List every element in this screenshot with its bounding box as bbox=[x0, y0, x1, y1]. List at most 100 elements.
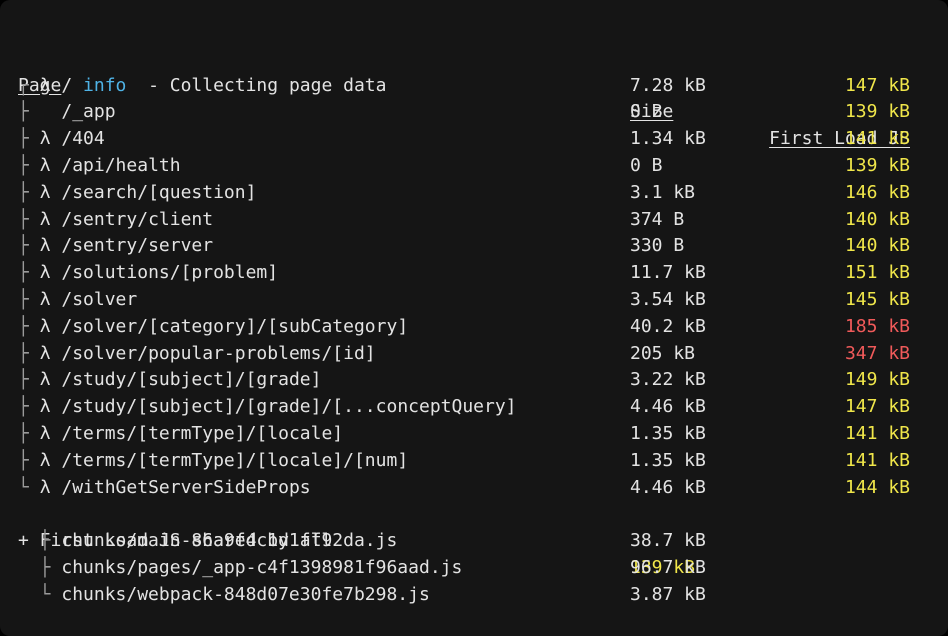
tree-connector: ├ bbox=[18, 181, 40, 203]
route-text: /solver/[category]/[subCategory] bbox=[50, 315, 409, 337]
route-text: /solver/popular-problems/[id] bbox=[50, 342, 376, 364]
chunk-size: 38.7 kB bbox=[630, 530, 706, 552]
lambda-icon: λ bbox=[39, 262, 51, 284]
page-size: 205 kB bbox=[630, 342, 696, 364]
page-size: 0 B bbox=[630, 154, 663, 176]
tree-connector: ├ bbox=[18, 288, 40, 310]
tree-connector: ├ bbox=[18, 556, 62, 578]
page-path: ├ λ /404 bbox=[18, 126, 105, 153]
page-row: ├ λ /study/[subject]/[grade] 3.22 kB 149 k… bbox=[0, 367, 948, 394]
page-size: 1.35 kB bbox=[630, 449, 706, 471]
lambda-icon: λ bbox=[39, 449, 51, 471]
page-path: ┌ λ / bbox=[18, 73, 72, 100]
page-size: 0 B bbox=[630, 101, 663, 123]
lambda-icon: λ bbox=[39, 128, 51, 150]
page-size: 1.34 kB bbox=[630, 128, 706, 150]
page-size: 3.1 kB bbox=[630, 181, 696, 203]
chunk-size: 3.87 kB bbox=[630, 583, 706, 605]
page-path: ├ /_app bbox=[18, 99, 116, 126]
route-text: /solver bbox=[50, 288, 138, 310]
tree-connector: ├ bbox=[18, 449, 40, 471]
terminal-output: info - Collecting page data Page Size Fi… bbox=[0, 0, 948, 636]
page-row: ├ λ /sentry/client 374 B 140 kB bbox=[0, 207, 948, 234]
lambda-icon: λ bbox=[39, 74, 51, 96]
page-size: 330 B bbox=[630, 235, 685, 257]
page-size: 4.46 kB bbox=[630, 476, 706, 498]
page-row: ├ λ /terms/[termType]/[locale]/[num] 1.35… bbox=[0, 448, 948, 475]
table-header: Page Size First Load JS bbox=[0, 46, 948, 150]
page-row: ├ λ /terms/[termType]/[locale] 1.35 kB 141… bbox=[0, 421, 948, 448]
lambda-icon: λ bbox=[39, 288, 51, 310]
page-path: ├ λ /study/[subject]/[grade] bbox=[18, 367, 321, 394]
tree-connector: ├ bbox=[18, 262, 40, 284]
page-row: ├ λ /sentry/server 330 B 140 kB bbox=[0, 233, 948, 260]
page-path: ├ λ /solutions/[problem] bbox=[18, 260, 278, 287]
tree-connector: ┌ bbox=[18, 74, 40, 96]
route-text: /api/health bbox=[50, 154, 181, 176]
page-path: ├ λ /sentry/server bbox=[18, 233, 213, 260]
lambda-icon: λ bbox=[39, 396, 51, 418]
tree-connector: ├ bbox=[18, 422, 40, 444]
page-row: ├ λ /search/[question] 3.1 kB 146 kB bbox=[0, 180, 948, 207]
route-text: /terms/[termType]/[locale] bbox=[50, 422, 344, 444]
route-text: /sentry/client bbox=[50, 208, 214, 230]
chunks-list: ├ chunks/main-86a9f4c1d1ff92da.js 38.7 kB… bbox=[0, 528, 948, 608]
page-size: 3.54 kB bbox=[630, 288, 706, 310]
route-text: /withGetServerSideProps bbox=[50, 476, 311, 498]
chunk-file: chunks/webpack-848d07e30fe7b298.js bbox=[61, 583, 430, 605]
route-text: /study/[subject]/[grade]/[...conceptQuer… bbox=[50, 396, 517, 418]
page-first-load: 151 kB bbox=[844, 262, 910, 284]
chunk-file: chunks/main-86a9f4c1d1ff92da.js bbox=[61, 530, 398, 552]
page-row: ┌ λ / 7.28 kB 147 kB bbox=[0, 73, 948, 100]
page-path: ├ λ /solver/[category]/[subCategory] bbox=[18, 314, 408, 341]
page-first-load: 146 kB bbox=[844, 181, 910, 203]
chunk-row: ├ chunks/pages/_app-c4f1398981f96aad.js 9… bbox=[0, 555, 948, 582]
route-text: /terms/[termType]/[locale]/[num] bbox=[50, 449, 409, 471]
page-row: ├ λ /solver/[category]/[subCategory] 40.2… bbox=[0, 314, 948, 341]
tree-connector: └ bbox=[18, 476, 40, 498]
page-path: ├ λ /api/health bbox=[18, 153, 181, 180]
page-row: ├ /_app 0 B 139 kB bbox=[0, 99, 948, 126]
page-first-load: 149 kB bbox=[844, 369, 910, 391]
route-text: /_app bbox=[50, 101, 116, 123]
lambda-icon: λ bbox=[39, 315, 51, 337]
lambda-icon: λ bbox=[39, 342, 51, 364]
lambda-icon: λ bbox=[39, 154, 51, 176]
page-first-load: 140 kB bbox=[844, 208, 910, 230]
lambda-icon: λ bbox=[39, 476, 51, 498]
lambda-icon bbox=[40, 101, 51, 122]
page-path: ├ λ /search/[question] bbox=[18, 180, 256, 207]
chunk-name: └ chunks/webpack-848d07e30fe7b298.js bbox=[18, 582, 430, 609]
page-row: ├ λ /study/[subject]/[grade]/[...concept… bbox=[0, 394, 948, 421]
page-first-load: 139 kB bbox=[844, 101, 910, 123]
page-path: ├ λ /terms/[termType]/[locale]/[num] bbox=[18, 448, 408, 475]
tree-connector: ├ bbox=[18, 128, 40, 150]
page-path: ├ λ /sentry/client bbox=[18, 207, 213, 234]
chunk-name: ├ chunks/main-86a9f4c1d1ff92da.js bbox=[18, 528, 398, 555]
page-size: 4.46 kB bbox=[630, 396, 706, 418]
chunk-name: ├ chunks/pages/_app-c4f1398981f96aad.js bbox=[18, 555, 463, 582]
page-path: ├ λ /solver bbox=[18, 287, 137, 314]
tree-connector: └ bbox=[18, 583, 62, 605]
route-text: /study/[subject]/[grade] bbox=[50, 369, 322, 391]
lambda-icon: λ bbox=[39, 208, 51, 230]
chunk-file: chunks/pages/_app-c4f1398981f96aad.js bbox=[61, 556, 463, 578]
route-text: / bbox=[50, 74, 73, 96]
page-first-load: 141 kB bbox=[844, 128, 910, 150]
page-row: └ λ /withGetServerSideProps 4.46 kB 144 kB bbox=[0, 475, 948, 502]
tree-connector: ├ bbox=[18, 315, 40, 337]
page-size: 7.28 kB bbox=[630, 74, 706, 96]
page-size: 1.35 kB bbox=[630, 422, 706, 444]
route-text: /solutions/[problem] bbox=[50, 262, 279, 284]
page-first-load: 145 kB bbox=[844, 288, 910, 310]
route-text: /search/[question] bbox=[50, 181, 257, 203]
lambda-icon: λ bbox=[39, 369, 51, 391]
tree-connector: ├ bbox=[18, 101, 40, 123]
tree-connector: ├ bbox=[18, 235, 40, 257]
page-row: ├ λ /404 1.34 kB 141 kB bbox=[0, 126, 948, 153]
page-size: 40.2 kB bbox=[630, 315, 706, 337]
tree-connector: ├ bbox=[18, 208, 40, 230]
page-size: 374 B bbox=[630, 208, 685, 230]
route-text: /sentry/server bbox=[50, 235, 214, 257]
page-first-load: 139 kB bbox=[844, 154, 910, 176]
